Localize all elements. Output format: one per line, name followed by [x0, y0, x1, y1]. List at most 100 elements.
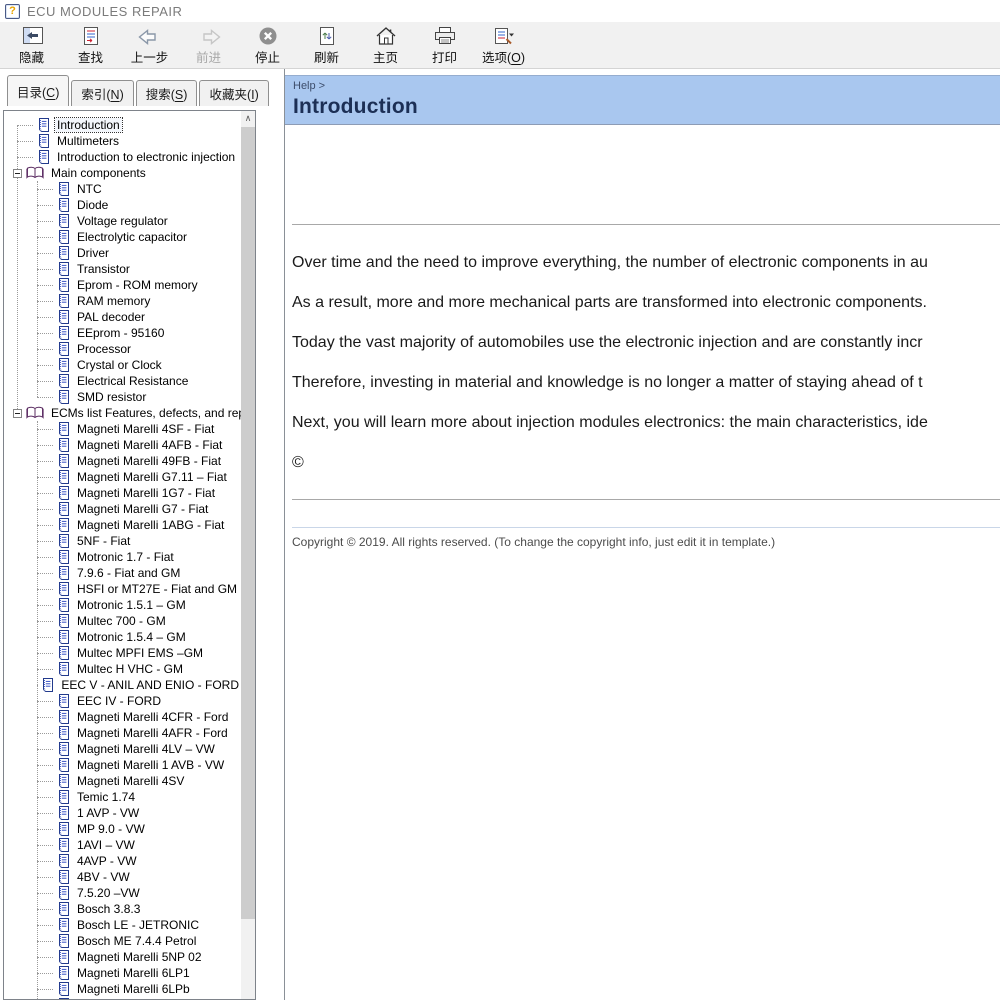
- hide-button[interactable]: 隐藏: [2, 23, 61, 67]
- tree-connector: [37, 316, 53, 318]
- tree-item[interactable]: Magneti Marelli 1G7 - Fiat: [4, 485, 241, 501]
- tree-item[interactable]: EEC V - ANIL AND ENIO - FORD: [4, 677, 241, 693]
- tree-item-label: Magneti Marelli 4SV: [77, 774, 185, 788]
- page-icon: [59, 597, 69, 612]
- paragraph: ©: [292, 454, 304, 471]
- tree-item[interactable]: Magneti Marelli G7 - Fiat: [4, 501, 241, 517]
- tree-item[interactable]: Magneti Marelli 4SF - Fiat: [4, 421, 241, 437]
- page-icon: [59, 709, 69, 724]
- tree-item[interactable]: Multec MPFI EMS –GM: [4, 645, 241, 661]
- breadcrumb[interactable]: Help >: [293, 80, 1000, 92]
- tree-connector: [37, 636, 53, 638]
- tab-index[interactable]: 索引(N): [71, 80, 134, 106]
- tree-item[interactable]: Magneti Marelli 4LV – VW: [4, 741, 241, 757]
- tree-item[interactable]: Magneti Marelli 6LP1: [4, 965, 241, 981]
- tree-item[interactable]: Magneti Marelli 4AFR - Ford: [4, 725, 241, 741]
- tree-item[interactable]: Electrical Resistance: [4, 373, 241, 389]
- tree-item[interactable]: Bosch 3.8.3: [4, 901, 241, 917]
- tree-item[interactable]: EEprom - 95160: [4, 325, 241, 341]
- tree-item[interactable]: Voltage regulator: [4, 213, 241, 229]
- tree-item[interactable]: Magneti Marelli 5NP 01: [4, 997, 241, 999]
- tree-item[interactable]: 1AVI – VW: [4, 837, 241, 853]
- tab-label: 搜索(S): [145, 88, 188, 102]
- tree-item[interactable]: 4AVP - VW: [4, 853, 241, 869]
- options-button[interactable]: 选项(O): [474, 23, 533, 67]
- page-icon: [59, 789, 69, 804]
- tree-item-label: Driver: [77, 246, 109, 260]
- tree-item[interactable]: Electrolytic capacitor: [4, 229, 241, 245]
- tree-item[interactable]: 5NF - Fiat: [4, 533, 241, 549]
- tree-item[interactable]: EEC IV - FORD: [4, 693, 241, 709]
- find-icon: [81, 24, 101, 46]
- home-button[interactable]: 主页: [356, 23, 415, 67]
- tree-item[interactable]: Magneti Marelli 49FB - Fiat: [4, 453, 241, 469]
- tree-item[interactable]: Motronic 1.5.4 – GM: [4, 629, 241, 645]
- tree-item[interactable]: PAL decoder: [4, 309, 241, 325]
- tab-favorites[interactable]: 收藏夹(I): [199, 80, 269, 106]
- tree-item[interactable]: Temic 1.74: [4, 789, 241, 805]
- tree-connector: [37, 220, 53, 222]
- tree-item[interactable]: Driver: [4, 245, 241, 261]
- tree-item-label: Eprom - ROM memory: [77, 278, 198, 292]
- tree-item[interactable]: 7.9.6 - Fiat and GM: [4, 565, 241, 581]
- tab-search[interactable]: 搜索(S): [135, 80, 198, 106]
- tree-item[interactable]: Multec 700 - GM: [4, 613, 241, 629]
- tree-item-label: 5NF - Fiat: [77, 534, 131, 548]
- tree-item[interactable]: 4BV - VW: [4, 869, 241, 885]
- tree-item[interactable]: Magneti Marelli 4CFR - Ford: [4, 709, 241, 725]
- print-button[interactable]: 打印: [415, 23, 474, 67]
- page-icon: [59, 645, 69, 660]
- page-icon: [59, 629, 69, 644]
- tree-item[interactable]: Diode: [4, 197, 241, 213]
- tree-item[interactable]: Bosch LE - JETRONIC: [4, 917, 241, 933]
- stop-button[interactable]: 停止: [238, 23, 297, 67]
- tree-scrollbar[interactable]: ∧: [241, 111, 255, 999]
- tree-connector: [37, 476, 53, 478]
- find-button[interactable]: 查找: [61, 23, 120, 67]
- tree-item[interactable]: MP 9.0 - VW: [4, 821, 241, 837]
- tree-item[interactable]: 1 AVP - VW: [4, 805, 241, 821]
- tree-connector: [37, 892, 53, 894]
- tree-item[interactable]: Eprom - ROM memory: [4, 277, 241, 293]
- scrollbar-up-icon[interactable]: ∧: [241, 111, 255, 126]
- tree-item[interactable]: Introduction to electronic injection: [4, 149, 241, 165]
- tree-connector: [37, 252, 53, 254]
- tree-item[interactable]: Introduction: [4, 117, 241, 133]
- tree-item[interactable]: SMD resistor: [4, 389, 241, 405]
- tree-item[interactable]: Multimeters: [4, 133, 241, 149]
- tree-item-label: Bosch ME 7.4.4 Petrol: [77, 934, 197, 948]
- tree-item[interactable]: Magneti Marelli 1ABG - Fiat: [4, 517, 241, 533]
- tree-item[interactable]: Magneti Marelli 4AFB - Fiat: [4, 437, 241, 453]
- tree-item[interactable]: Multec H VHC - GM: [4, 661, 241, 677]
- page-icon: [59, 421, 69, 436]
- tree-connector: [37, 764, 53, 766]
- tree-item[interactable]: Motronic 1.5.1 – GM: [4, 597, 241, 613]
- tree-item[interactable]: Magneti Marelli 1 AVB - VW: [4, 757, 241, 773]
- tree-item[interactable]: Magneti Marelli 6LPb: [4, 981, 241, 997]
- tree-item[interactable]: RAM memory: [4, 293, 241, 309]
- tree-item[interactable]: ECMs list Features, defects, and repair: [4, 405, 241, 421]
- tree-item-label: Magneti Marelli 4AFR - Ford: [77, 726, 228, 740]
- tree-item[interactable]: Transistor: [4, 261, 241, 277]
- tree-connector: [37, 460, 53, 462]
- collapse-expander-icon[interactable]: [13, 408, 22, 418]
- tree-item[interactable]: Processor: [4, 341, 241, 357]
- tree-item[interactable]: Magneti Marelli 4SV: [4, 773, 241, 789]
- tree-item-label: Magneti Marelli 5NP 01: [75, 998, 204, 999]
- topic-body: Over time and the need to improve everyt…: [285, 125, 1000, 549]
- tree-item[interactable]: 7.5.20 –VW: [4, 885, 241, 901]
- tree-item[interactable]: Main components: [4, 165, 241, 181]
- tree-item[interactable]: HSFI or MT27E - Fiat and GM: [4, 581, 241, 597]
- refresh-button[interactable]: 刷新: [297, 23, 356, 67]
- tab-contents[interactable]: 目录(C): [7, 75, 70, 106]
- tree-item[interactable]: Magneti Marelli G7.11 – Fiat: [4, 469, 241, 485]
- tree-item[interactable]: Bosch ME 7.4.4 Petrol: [4, 933, 241, 949]
- scrollbar-thumb[interactable]: [241, 127, 255, 919]
- tree-item[interactable]: NTC: [4, 181, 241, 197]
- tree-item[interactable]: Motronic 1.7 - Fiat: [4, 549, 241, 565]
- back-button[interactable]: 上一步: [120, 23, 179, 67]
- page-icon: [59, 885, 69, 900]
- collapse-expander-icon[interactable]: [13, 168, 22, 178]
- tree-item[interactable]: Magneti Marelli 5NP 02: [4, 949, 241, 965]
- tree-item[interactable]: Crystal or Clock: [4, 357, 241, 373]
